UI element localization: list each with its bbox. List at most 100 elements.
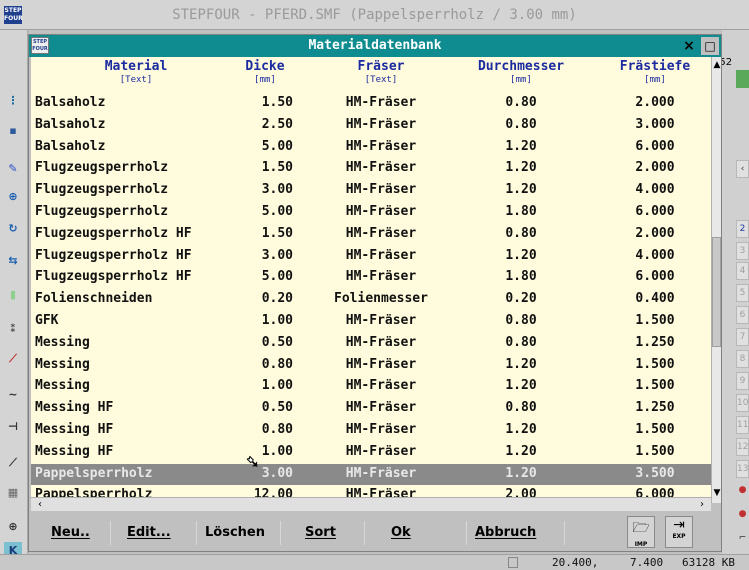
material-table: Material [Text] Dicke [mm] Fräser [Text]… (31, 57, 711, 497)
cell-fraestiefe: 2.000 (635, 95, 675, 110)
pointer-tool-icon[interactable]: ▪ (4, 122, 22, 140)
cell-material: Flugzeugsperrholz HF (35, 269, 192, 285)
cell-durchmesser: 2.00 (505, 487, 537, 497)
table-row[interactable]: Messing 0.80 HM-Fräser 1.20 1.500 (31, 355, 711, 377)
column-header-material[interactable]: Material [Text] (71, 59, 201, 85)
table-row[interactable]: Messing 0.50 HM-Fräser 0.80 1.250 (31, 333, 711, 355)
cell-fraeser: HM-Fräser (345, 421, 417, 437)
grid-tool-icon[interactable]: ▦ (4, 484, 22, 502)
tab-13[interactable]: 13 (736, 460, 749, 478)
color-tool-icon-2[interactable]: ● (736, 506, 749, 524)
materialdatenbank-dialog: STEP FOUR Materialdatenbank × □ Material… (28, 34, 722, 552)
cell-material: Messing (35, 334, 90, 350)
cell-material: Flugzeugsperrholz HF (35, 247, 192, 263)
import-label: IMP (634, 541, 648, 548)
export-button[interactable]: ⇥ EXP (665, 516, 693, 548)
tab-left-arrow[interactable]: ‹ (736, 160, 749, 178)
corner-tool-icon[interactable]: ⌐ (736, 530, 749, 548)
mirror-tool-icon[interactable]: ⇆ (4, 252, 22, 270)
cancel-button[interactable]: Abbruch (475, 521, 565, 545)
table-row[interactable]: Flugzeugsperrholz HF 3.00 HM-Fräser 1.20 4.0… (31, 246, 711, 268)
tab-7[interactable]: 7 (736, 328, 749, 346)
cell-fraeser: HM-Fräser (345, 138, 417, 154)
pen-tool-icon[interactable]: ✎ (4, 160, 22, 178)
tab-6[interactable]: 6 (736, 306, 749, 324)
line-tool-icon[interactable]: ⟋ (4, 350, 22, 368)
table-row[interactable]: Balsaholz 1.50 HM-Fräser 0.80 2.000 (31, 93, 711, 115)
horizontal-scrollbar[interactable]: ‹ › (31, 497, 711, 511)
circle-tool-icon[interactable]: ⊕ (4, 188, 22, 206)
tab-2[interactable]: 2 (736, 220, 749, 238)
cell-fraeser: HM-Fräser (345, 225, 417, 241)
table-row[interactable]: Pappelsperrholz 12.00 HM-Fräser 2.00 6.000 (31, 485, 711, 497)
cell-fraeser: HM-Fräser (345, 160, 417, 176)
cell-dicke: 0.80 (261, 421, 293, 437)
tab-12[interactable]: 12 (736, 438, 749, 456)
table-row[interactable]: Pappelsperrholz 3.00 HM-Fräser 1.20 3.500 (31, 463, 711, 486)
table-row[interactable]: Messing 1.00 HM-Fräser 1.20 1.500 (31, 376, 711, 398)
select-tool-icon[interactable]: ⋮ (4, 92, 22, 110)
folder-icon: 🗁 (632, 520, 650, 536)
layer-tool-icon[interactable]: ▮ (4, 286, 22, 304)
vertical-scrollbar[interactable]: ▲ ▼ (711, 57, 721, 503)
column-header-fraeser[interactable]: Fräser [Text] (321, 59, 441, 85)
column-header-fraestiefe[interactable]: Frästiefe [mm] (607, 59, 703, 85)
cell-material: Flugzeugsperrholz HF (35, 225, 192, 241)
table-row[interactable]: Folienschneiden 0.20 Folienmesser 0.20 0.400 (31, 289, 711, 311)
column-header-dicke[interactable]: Dicke [mm] (235, 59, 295, 85)
scroll-thumb[interactable] (712, 237, 721, 347)
edit-button[interactable]: Edit... (127, 521, 197, 545)
table-row[interactable]: Flugzeugsperrholz HF 1.50 HM-Fräser 0.80 2.0… (31, 224, 711, 246)
green-indicator-icon (736, 70, 749, 88)
cell-fraeser: HM-Fräser (345, 487, 417, 497)
cell-durchmesser: 0.20 (505, 291, 537, 307)
cell-fraestiefe: 3.000 (635, 116, 675, 132)
tab-3[interactable]: 3 (736, 242, 749, 260)
table-header: Material [Text] Dicke [mm] Fräser [Text]… (31, 57, 711, 93)
tab-11[interactable]: 11 (736, 416, 749, 434)
delete-button[interactable]: Löschen (205, 521, 281, 545)
scroll-left-icon[interactable]: ‹ (33, 498, 47, 511)
scroll-right-icon[interactable]: › (695, 498, 709, 511)
draw-tool-icon[interactable]: ⟋ (4, 454, 22, 472)
table-row[interactable]: GFK 1.00 HM-Fräser 0.80 1.500 (31, 311, 711, 333)
cell-fraeser: HM-Fräser (345, 269, 417, 285)
curve-tool-icon[interactable]: ∼ (4, 386, 22, 404)
tab-4[interactable]: 4 (736, 262, 749, 280)
target-tool-icon[interactable]: ⊕ (4, 518, 22, 536)
tab-9[interactable]: 9 (736, 372, 749, 390)
new-button[interactable]: Neu.. (51, 521, 111, 545)
color-tool-icon[interactable]: ● (736, 482, 749, 500)
measure-tool-icon[interactable]: ⁑ (4, 320, 22, 338)
maximize-icon[interactable]: □ (701, 37, 719, 55)
table-row[interactable]: Messing HF 0.80 HM-Fräser 1.20 1.500 (31, 420, 711, 442)
cell-dicke: 5.00 (261, 269, 293, 285)
table-row[interactable]: Messing HF 0.50 HM-Fräser 0.80 1.250 (31, 398, 711, 420)
cell-fraeser: HM-Fräser (345, 465, 417, 481)
cell-dicke: 1.50 (261, 225, 293, 241)
cell-fraeser: Folienmesser (334, 291, 428, 307)
cell-fraeser: HM-Fräser (345, 378, 417, 394)
tab-8[interactable]: 8 (736, 350, 749, 368)
close-icon[interactable]: × (681, 38, 697, 54)
table-row[interactable]: Balsaholz 2.50 HM-Fräser 0.80 3.000 (31, 115, 711, 137)
table-row[interactable]: Flugzeugsperrholz 1.50 HM-Fräser 1.20 2.000 (31, 158, 711, 180)
table-row[interactable]: Balsaholz 5.00 HM-Fräser 1.20 6.000 (31, 137, 711, 159)
table-row[interactable]: Flugzeugsperrholz 3.00 HM-Fräser 1.20 4.000 (31, 180, 711, 202)
ok-button[interactable]: Ok (391, 521, 467, 545)
cell-dicke: 1.50 (261, 95, 293, 110)
snap-tool-icon[interactable]: ⊣ (4, 418, 22, 436)
rotate-tool-icon[interactable]: ↻ (4, 220, 22, 238)
tab-5[interactable]: 5 (736, 284, 749, 302)
cell-fraestiefe: 1.250 (635, 334, 675, 350)
import-button[interactable]: 🗁 IMP (627, 516, 655, 548)
table-row[interactable]: Flugzeugsperrholz HF 5.00 HM-Fräser 1.80 6.0… (31, 267, 711, 289)
scroll-down-icon[interactable]: ▼ (712, 485, 722, 501)
cell-durchmesser: 1.80 (505, 203, 537, 219)
table-row[interactable]: Messing HF 1.00 HM-Fräser 1.20 1.500 (31, 442, 711, 464)
column-header-durchmesser[interactable]: Durchmesser [mm] (471, 59, 571, 85)
sort-button[interactable]: Sort (305, 521, 365, 545)
scroll-up-icon[interactable]: ▲ (712, 57, 722, 73)
table-row[interactable]: Flugzeugsperrholz 5.00 HM-Fräser 1.80 6.000 (31, 202, 711, 224)
tab-10[interactable]: 10 (736, 394, 749, 412)
